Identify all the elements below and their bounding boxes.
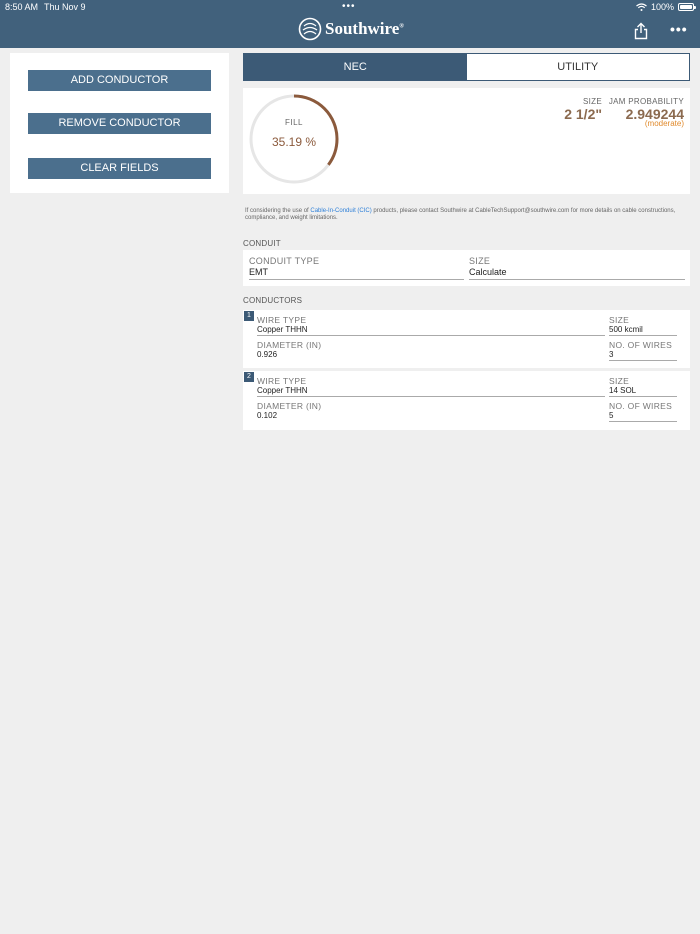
status-indicators: 100% bbox=[636, 2, 696, 12]
conductor-card-1: 1 WIRE TYPE Copper THHN SIZE 500 kcmil D… bbox=[243, 310, 690, 368]
standard-tabs: NEC UTILITY bbox=[243, 53, 690, 81]
add-conductor-button[interactable]: ADD CONDUCTOR bbox=[28, 70, 211, 91]
multitasking-dots-icon[interactable]: ••• bbox=[342, 1, 356, 12]
conductor-card-2: 2 WIRE TYPE Copper THHN SIZE 14 SOL DIAM… bbox=[243, 371, 690, 430]
diameter-value: 0.102 bbox=[257, 411, 278, 420]
remove-conductor-button[interactable]: REMOVE CONDUCTOR bbox=[28, 113, 211, 134]
diameter-value: 0.926 bbox=[257, 350, 278, 359]
size-value: 2 1/2" bbox=[564, 106, 602, 122]
conduit-panel: CONDUIT TYPE EMT SIZE Calculate bbox=[243, 250, 690, 286]
conductor-index-badge: 2 bbox=[244, 372, 254, 382]
conduit-size-label: SIZE bbox=[469, 256, 491, 266]
conduit-type-field[interactable]: EMT bbox=[249, 266, 464, 280]
wire-type-field[interactable]: Copper THHN bbox=[257, 324, 605, 336]
wifi-icon bbox=[636, 3, 647, 11]
app-header: 8:50 AM Thu Nov 9 ••• 100% Southwire® ••… bbox=[0, 0, 700, 48]
battery-percent: 100% bbox=[650, 2, 674, 12]
fill-value: 35.19 % bbox=[271, 135, 317, 149]
conduit-section-title: CONDUIT bbox=[243, 239, 281, 248]
status-date: Thu Nov 9 bbox=[44, 2, 86, 12]
cic-link[interactable]: Cable-In-Conduit (CIC) bbox=[310, 208, 371, 214]
battery-icon bbox=[678, 3, 696, 11]
results-panel: FILL 35.19 % SIZE 2 1/2" JAM PROBABILITY… bbox=[243, 88, 690, 194]
status-time: 8:50 AM bbox=[5, 2, 39, 12]
brand-logo: Southwire® bbox=[298, 17, 404, 41]
wire-count-field[interactable]: 5 bbox=[609, 410, 677, 422]
tab-utility[interactable]: UTILITY bbox=[466, 54, 689, 80]
more-icon[interactable]: ••• bbox=[670, 22, 688, 36]
conduit-size-field[interactable]: Calculate bbox=[469, 266, 685, 280]
jam-probability-label: JAM PROBABILITY bbox=[608, 97, 684, 106]
cic-notice: If considering the use of Cable-In-Condu… bbox=[245, 208, 676, 221]
brand-name: Southwire® bbox=[325, 19, 404, 38]
wire-type-field[interactable]: Copper THHN bbox=[257, 385, 605, 397]
fill-label: FILL bbox=[284, 118, 303, 127]
conductor-index-badge: 1 bbox=[244, 311, 254, 321]
wire-size-field[interactable]: 500 kcmil bbox=[609, 324, 677, 336]
clear-fields-button[interactable]: CLEAR FIELDS bbox=[28, 158, 211, 179]
southwire-logo-icon bbox=[298, 17, 322, 41]
conduit-type-label: CONDUIT TYPE bbox=[249, 256, 320, 266]
size-label: SIZE bbox=[583, 97, 602, 106]
actions-panel: ADD CONDUCTOR REMOVE CONDUCTOR CLEAR FIE… bbox=[10, 53, 229, 193]
share-icon[interactable] bbox=[632, 22, 650, 40]
conductors-section-title: CONDUCTORS bbox=[243, 296, 303, 305]
wire-count-field[interactable]: 3 bbox=[609, 349, 677, 361]
wire-size-field[interactable]: 14 SOL bbox=[609, 385, 677, 397]
tab-nec[interactable]: NEC bbox=[244, 54, 467, 80]
jam-probability-note: (moderate) bbox=[644, 119, 684, 128]
